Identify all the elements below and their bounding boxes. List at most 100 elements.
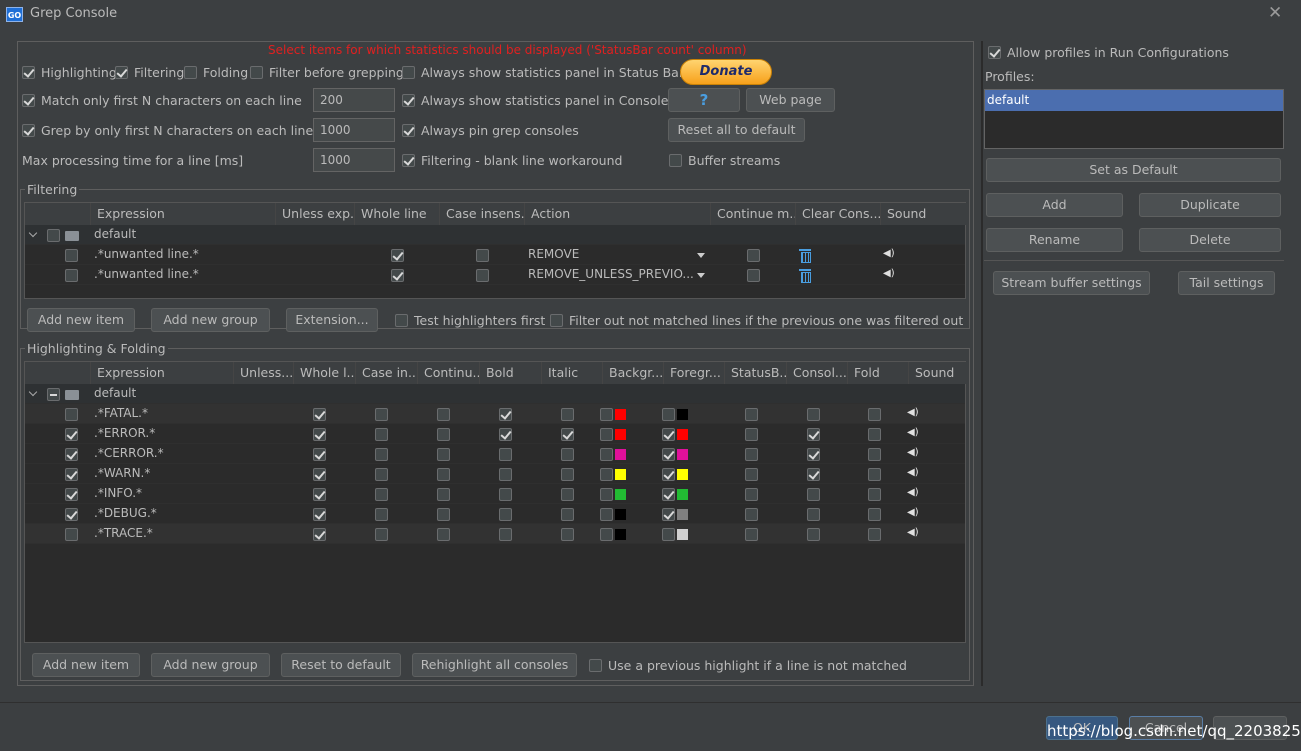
- row-enabled-checkbox[interactable]: [65, 448, 78, 461]
- group-checkbox[interactable]: [47, 229, 60, 242]
- expression-cell[interactable]: .*FATAL.*: [91, 404, 151, 424]
- delete-profile-button[interactable]: Delete: [1139, 228, 1281, 252]
- background-color-swatch[interactable]: [615, 489, 626, 500]
- row-enabled-checkbox[interactable]: [65, 528, 78, 541]
- col-header-sound[interactable]: Sound: [909, 362, 967, 384]
- foreground-color-swatch[interactable]: [677, 529, 688, 540]
- expression-cell[interactable]: .*TRACE.*: [91, 524, 156, 544]
- chevron-down-icon[interactable]: [697, 273, 705, 278]
- extension-button[interactable]: Extension...: [286, 308, 378, 332]
- bold-checkbox[interactable]: [499, 488, 512, 501]
- col-header-whole-line[interactable]: Whole line: [355, 203, 440, 225]
- sound-icon[interactable]: ◀): [907, 427, 919, 438]
- col-header-console[interactable]: Consol...: [787, 362, 848, 384]
- hl-add-item-button[interactable]: Add new item: [32, 653, 140, 677]
- fold-checkbox[interactable]: [868, 468, 881, 481]
- fold-checkbox[interactable]: [868, 408, 881, 421]
- foreground-color-swatch[interactable]: [677, 429, 688, 440]
- foreground-checkbox[interactable]: [662, 528, 675, 541]
- continue-checkbox[interactable]: [437, 448, 450, 461]
- col-header-action[interactable]: Action: [525, 203, 711, 225]
- background-checkbox[interactable]: [600, 428, 613, 441]
- sound-icon[interactable]: ◀): [883, 268, 895, 279]
- console-count-checkbox[interactable]: [807, 408, 820, 421]
- bold-checkbox[interactable]: [499, 528, 512, 541]
- foreground-checkbox[interactable]: [662, 408, 675, 421]
- reset-to-default-button[interactable]: Reset to default: [281, 653, 401, 677]
- italic-checkbox[interactable]: [561, 448, 574, 461]
- italic-checkbox[interactable]: [561, 508, 574, 521]
- italic-checkbox[interactable]: [561, 428, 574, 441]
- trash-icon[interactable]: [799, 248, 811, 263]
- whole-line-checkbox[interactable]: [313, 468, 326, 481]
- sound-icon[interactable]: ◀): [907, 527, 919, 538]
- continue-checkbox[interactable]: [747, 249, 760, 262]
- group-checkbox[interactable]: [47, 388, 60, 401]
- continue-checkbox[interactable]: [437, 428, 450, 441]
- background-checkbox[interactable]: [600, 408, 613, 421]
- whole-line-checkbox[interactable]: [313, 408, 326, 421]
- profiles-list[interactable]: default: [984, 89, 1284, 149]
- foreground-checkbox[interactable]: [662, 468, 675, 481]
- row-enabled-checkbox[interactable]: [65, 428, 78, 441]
- always-stat-console-checkbox[interactable]: [402, 94, 415, 107]
- continue-checkbox[interactable]: [437, 488, 450, 501]
- background-color-swatch[interactable]: [615, 409, 626, 420]
- profile-item-default[interactable]: default: [985, 90, 1283, 111]
- background-color-swatch[interactable]: [615, 529, 626, 540]
- table-row[interactable]: .*ERROR.* ◀): [25, 424, 965, 444]
- console-count-checkbox[interactable]: [807, 468, 820, 481]
- italic-checkbox[interactable]: [561, 408, 574, 421]
- col-header-unless[interactable]: Unless...: [234, 362, 294, 384]
- fold-checkbox[interactable]: [868, 528, 881, 541]
- grep-first-n-input[interactable]: 1000: [313, 118, 395, 142]
- sound-icon[interactable]: ◀): [907, 487, 919, 498]
- whole-line-checkbox[interactable]: [313, 488, 326, 501]
- italic-checkbox[interactable]: [561, 468, 574, 481]
- fold-checkbox[interactable]: [868, 488, 881, 501]
- foreground-checkbox[interactable]: [662, 428, 675, 441]
- background-checkbox[interactable]: [600, 448, 613, 461]
- sound-icon[interactable]: ◀): [907, 467, 919, 478]
- table-row[interactable]: .*WARN.* ◀): [25, 464, 965, 484]
- whole-line-checkbox[interactable]: [313, 428, 326, 441]
- test-highlighters-first-checkbox[interactable]: [395, 314, 408, 327]
- expression-cell[interactable]: .*INFO.*: [91, 484, 145, 504]
- filter-add-item-button[interactable]: Add new item: [27, 308, 135, 332]
- statusbar-checkbox[interactable]: [745, 408, 758, 421]
- fold-checkbox[interactable]: [868, 448, 881, 461]
- table-row[interactable]: .*INFO.* ◀): [25, 484, 965, 504]
- hl-add-group-button[interactable]: Add new group: [151, 653, 270, 677]
- expression-cell[interactable]: .*unwanted line.*: [91, 265, 202, 285]
- help-button[interactable]: ?: [668, 88, 740, 112]
- foreground-checkbox[interactable]: [662, 508, 675, 521]
- donate-button[interactable]: Donate: [680, 59, 772, 85]
- background-color-swatch[interactable]: [615, 469, 626, 480]
- background-checkbox[interactable]: [600, 468, 613, 481]
- folding-checkbox[interactable]: [184, 66, 197, 79]
- chevron-down-icon[interactable]: [697, 253, 705, 258]
- match-first-n-checkbox[interactable]: [22, 94, 35, 107]
- case-insensitive-checkbox[interactable]: [476, 269, 489, 282]
- background-color-swatch[interactable]: [615, 449, 626, 460]
- row-enabled-checkbox[interactable]: [65, 269, 78, 282]
- col-header-bold[interactable]: Bold: [480, 362, 542, 384]
- case-insensitive-checkbox[interactable]: [375, 528, 388, 541]
- col-header-expression[interactable]: Expression: [91, 362, 234, 384]
- action-combo[interactable]: REMOVE_UNLESS_PREVIO...: [525, 265, 695, 285]
- statusbar-checkbox[interactable]: [745, 428, 758, 441]
- col-header-continue[interactable]: Continue m...: [711, 203, 796, 225]
- whole-line-checkbox[interactable]: [313, 448, 326, 461]
- whole-line-checkbox[interactable]: [313, 528, 326, 541]
- filtering-checkbox[interactable]: [115, 66, 128, 79]
- continue-checkbox[interactable]: [437, 468, 450, 481]
- continue-checkbox[interactable]: [747, 269, 760, 282]
- bold-checkbox[interactable]: [499, 468, 512, 481]
- whole-line-checkbox[interactable]: [391, 249, 404, 262]
- foreground-color-swatch[interactable]: [677, 469, 688, 480]
- foreground-color-swatch[interactable]: [677, 509, 688, 520]
- chevron-down-icon[interactable]: [28, 387, 38, 397]
- tail-settings-button[interactable]: Tail settings: [1178, 271, 1275, 295]
- statusbar-checkbox[interactable]: [745, 488, 758, 501]
- foreground-color-swatch[interactable]: [677, 489, 688, 500]
